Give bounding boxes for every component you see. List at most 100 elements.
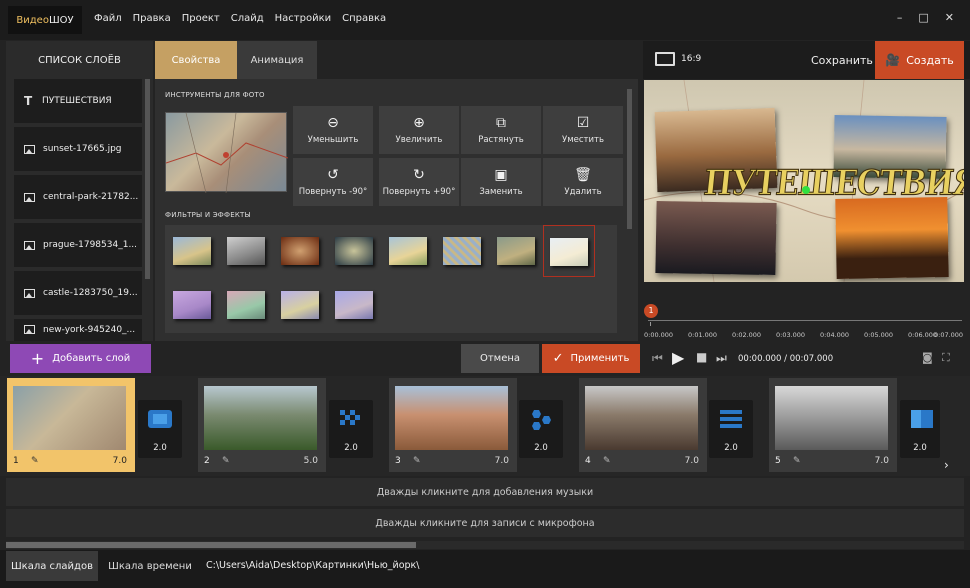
create-button[interactable]: 🎥 Создать [875,41,964,79]
transition-item[interactable]: 2.0 [519,400,563,458]
stop-icon[interactable]: ■ [696,350,707,364]
menu-help[interactable]: Справка [342,13,386,24]
filter-thumbnail[interactable] [389,237,427,265]
add-layer-button[interactable]: + Добавить слой [10,344,151,373]
filter-thumbnail[interactable] [173,291,211,319]
zoom-out-button[interactable]: ⊖ Уменьшить [293,106,373,154]
mic-track[interactable]: Дважды кликните для записи с микрофона [6,509,964,537]
rotate-right-button[interactable]: ↻ Повернуть +90° [379,158,459,206]
filter-thumbnail[interactable] [173,237,211,265]
transport-controls: ⏮ ▶ ■ ⏭ 00:00.000 / 00:07.000 ◙ ⛶ [644,345,970,373]
layer-label: prague-1798534_1... [43,240,138,250]
rotate-left-button[interactable]: ↺ Повернуть -90° [293,158,373,206]
filter-thumbnail[interactable] [281,237,319,265]
filter-thumbnail[interactable] [281,291,319,319]
menu-bar: Файл Правка Проект Слайд Настройки Справ… [94,13,386,24]
slide-thumbnail [775,386,888,450]
slide-thumbnail [585,386,698,450]
zoom-in-button[interactable]: ⊕ Увеличить [379,106,459,154]
maximize-button[interactable]: □ [918,11,928,24]
layer-label: castle-1283750_19... [43,288,138,298]
aspect-ratio[interactable]: 16:9 [681,54,701,64]
snapshot-icon[interactable]: ◙ [922,351,933,364]
zoom-in-icon: ⊕ [413,114,425,131]
edit-pencil-icon[interactable]: ✎ [603,456,611,466]
forward-icon[interactable]: ⏭ [716,351,727,366]
ruler-tick [650,322,651,326]
chevron-right-icon[interactable]: › [944,458,949,472]
transition-slide-icon [911,410,933,428]
anchor-point-icon[interactable] [802,186,810,194]
slide-item[interactable]: 2 ✎ 5.0 [198,378,326,472]
checkmark-icon: ✓ [552,351,564,366]
fit-button[interactable]: ☑ Уместить [543,106,623,154]
menu-project[interactable]: Проект [182,13,220,24]
preview-timeline[interactable]: 1 0:00.000 0:01.000 0:02.000 0:03.000 0:… [644,300,964,340]
layer-item[interactable]: central-park-21782... [14,175,142,219]
edit-pencil-icon[interactable]: ✎ [793,456,801,466]
transition-item[interactable]: 2.0 [138,400,182,458]
tab-animation[interactable]: Анимация [237,41,317,79]
preview-title-text: ПУТЕШЕСТВИЯ [701,163,964,204]
fullscreen-icon[interactable]: ⛶ [942,351,950,365]
apply-button[interactable]: ✓ Применить [542,344,640,373]
delete-button[interactable]: 🗑 Удалить [543,158,623,206]
music-track[interactable]: Дважды кликните для добавления музыки [6,478,964,506]
minimize-button[interactable]: – [897,11,903,24]
map-thumbnail-image [165,112,289,194]
layer-item-text[interactable]: T ПУТЕШЕСТВИЯ [14,79,142,123]
close-button[interactable]: ✕ [945,11,954,24]
filter-thumbnail[interactable] [335,237,373,265]
stretch-button[interactable]: ⧉ Растянуть [461,106,541,154]
properties-panel: ИНСТРУМЕНТЫ ДЛЯ ФОТО ⊖ Уменьшить ⊕ Увели… [155,79,638,341]
slide-item[interactable]: 4 ✎ 7.0 [579,378,707,472]
properties-scrollbar[interactable] [627,89,632,229]
image-layer-icon [24,288,35,298]
layer-item[interactable]: sunset-17665.jpg [14,127,142,171]
rewind-icon[interactable]: ⏮ [652,351,663,366]
preview-canvas[interactable]: ПУТЕШЕСТВИЯ [644,80,964,282]
time-readout: 00:00.000 / 00:07.000 [738,354,834,364]
slide-item[interactable]: 3 ✎ 7.0 [389,378,517,472]
filter-thumbnail[interactable] [335,291,373,319]
tab-timeline[interactable]: Шкала времени [104,551,196,581]
edit-pencil-icon[interactable]: ✎ [31,456,39,466]
edit-pencil-icon[interactable]: ✎ [222,456,230,466]
layers-scrollbar[interactable] [145,79,150,279]
slide-item[interactable]: 5 ✎ 7.0 [769,378,897,472]
filter-thumbnail[interactable] [497,237,535,265]
layer-label: new-york-945240_... [43,325,136,335]
transition-item[interactable]: 2.0 [329,400,373,458]
transition-checker-icon [338,408,364,430]
filter-thumbnail[interactable] [550,238,588,266]
filter-selected-frame[interactable] [543,225,595,277]
slide-thumbnail [13,386,126,450]
ruler-label: 0:07.000 [934,331,964,339]
transition-item[interactable]: 2.0 [900,400,940,458]
layer-label: sunset-17665.jpg [43,144,122,154]
tab-slide-strip[interactable]: Шкала слайдов [6,551,98,581]
filter-thumbnail[interactable] [227,291,265,319]
replace-button[interactable]: ▣ Заменить [461,158,541,206]
menu-settings[interactable]: Настройки [275,13,331,24]
image-layer-icon [24,192,35,202]
menu-slide[interactable]: Слайд [231,13,264,24]
slide-item[interactable]: 1 ✎ 7.0 [7,378,135,472]
layer-item[interactable]: prague-1798534_1... [14,223,142,267]
tab-properties[interactable]: Свойства [155,41,237,85]
rotate-right-icon: ↻ [413,166,425,183]
play-icon[interactable]: ▶ [672,348,684,367]
menu-edit[interactable]: Правка [133,13,171,24]
edit-pencil-icon[interactable]: ✎ [413,456,421,466]
filter-thumbnail[interactable] [443,237,481,265]
layer-label: ПУТЕШЕСТВИЯ [42,96,112,106]
transition-item[interactable]: 2.0 [709,400,753,458]
layer-item[interactable]: castle-1283750_19... [14,271,142,315]
layer-item[interactable]: new-york-945240_... [14,319,142,341]
save-button[interactable]: Сохранить [811,54,873,67]
filter-thumbnail[interactable] [227,237,265,265]
scrollbar-thumb[interactable] [6,542,416,548]
menu-file[interactable]: Файл [94,13,122,24]
cancel-button[interactable]: Отмена [461,344,539,373]
playhead-marker[interactable]: 1 [644,304,658,318]
